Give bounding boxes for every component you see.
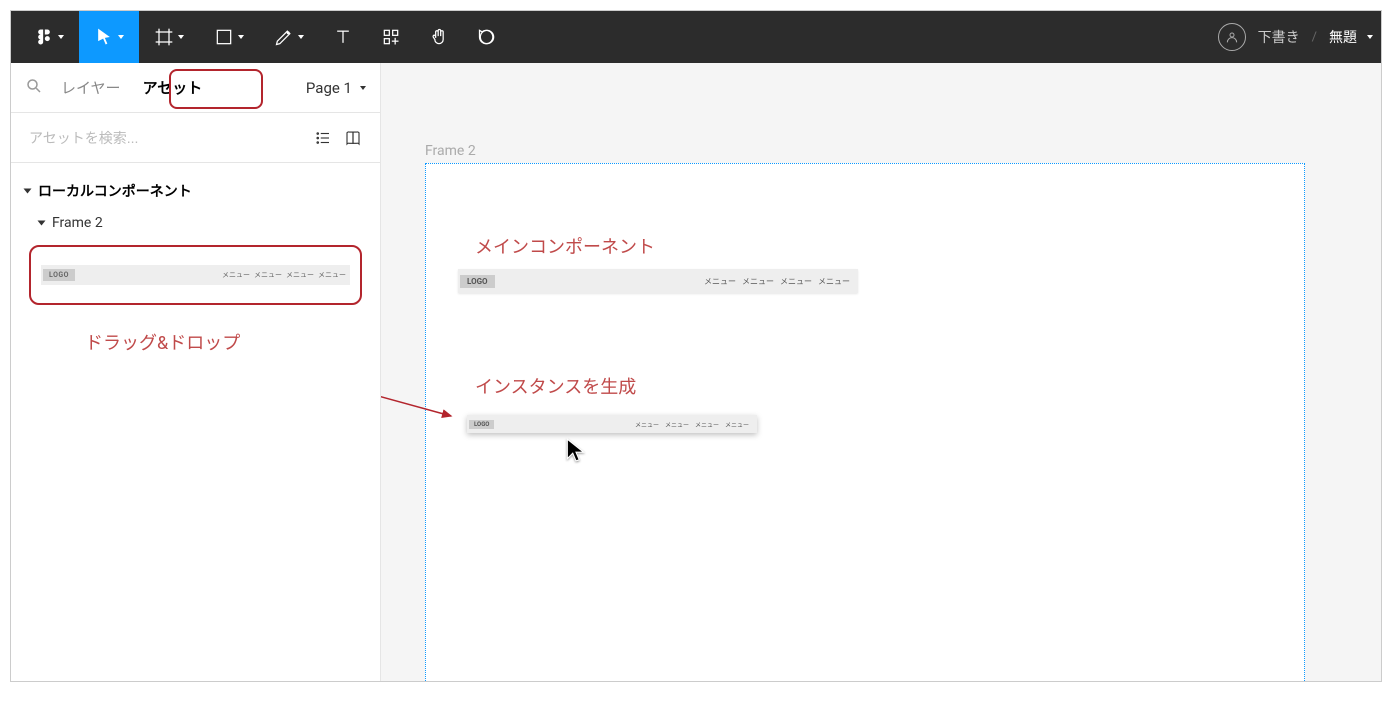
main-component-instance[interactable]: LOGO メニュー メニュー メニュー メニュー	[458, 269, 858, 293]
component-menus: メニュー メニュー メニュー メニュー	[704, 276, 850, 287]
component-logo: LOGO	[460, 275, 495, 288]
canvas-frame-label[interactable]: Frame 2	[425, 143, 476, 159]
figma-menu-button[interactable]	[19, 11, 79, 63]
chevron-down-icon	[298, 35, 304, 39]
search-icon[interactable]	[25, 77, 43, 99]
file-title-button[interactable]: 無題	[1329, 27, 1373, 47]
resources-tool-button[interactable]	[367, 11, 415, 63]
pen-icon	[274, 27, 294, 47]
file-title-text: 無題	[1329, 27, 1357, 47]
annotation-main-component: メインコンポーネント	[475, 233, 655, 259]
chevron-down-icon	[58, 35, 64, 39]
disclosure-triangle-icon	[24, 189, 32, 194]
page-selector[interactable]: Page 1	[306, 79, 366, 97]
dragged-instance-preview[interactable]: LOGO メニュー メニュー メニュー メニュー	[467, 415, 757, 433]
thumb-logo: LOGO	[43, 269, 75, 281]
user-icon	[1224, 29, 1240, 45]
assets-frame-group[interactable]: Frame 2	[39, 215, 366, 231]
cursor-arrow-icon	[94, 27, 114, 47]
page-selector-label: Page 1	[306, 79, 352, 97]
canvas[interactable]: Frame 2 メインコンポーネント LOGO メニュー メニュー メニュー メ…	[381, 63, 1381, 681]
hand-tool-button[interactable]	[415, 11, 463, 63]
disclosure-triangle-icon	[38, 221, 46, 226]
chevron-down-icon	[360, 86, 366, 90]
breadcrumb-separator: /	[1312, 30, 1317, 45]
comment-tool-button[interactable]	[463, 11, 511, 63]
shape-tool-button[interactable]	[199, 11, 259, 63]
section-title-text: ローカルコンポーネント	[38, 181, 192, 201]
text-icon	[333, 27, 353, 47]
comment-icon	[477, 27, 497, 47]
tab-layers[interactable]: レイヤー	[57, 71, 125, 104]
chevron-down-icon	[118, 35, 124, 39]
chevron-down-icon	[238, 35, 244, 39]
asset-search-input[interactable]	[29, 130, 302, 146]
draft-label[interactable]: 下書き	[1258, 27, 1300, 47]
instance-logo: LOGO	[469, 420, 494, 429]
user-avatar[interactable]	[1218, 23, 1246, 51]
pen-tool-button[interactable]	[259, 11, 319, 63]
component-asset-thumbnail[interactable]: LOGO メニュー メニュー メニュー メニュー	[41, 265, 350, 285]
annotation-instance-label: インスタンスを生成	[475, 373, 636, 399]
text-tool-button[interactable]	[319, 11, 367, 63]
hand-icon	[429, 27, 449, 47]
frame-name-text: Frame 2	[52, 215, 103, 231]
annotation-dragdrop-label: ドラッグ&ドロップ	[85, 329, 366, 355]
list-icon	[314, 129, 332, 147]
book-icon	[344, 129, 362, 147]
chevron-down-icon	[1367, 35, 1373, 39]
chevron-down-icon	[178, 35, 184, 39]
thumb-menus: メニュー メニュー メニュー メニュー	[222, 270, 346, 280]
library-button[interactable]	[344, 129, 362, 147]
list-view-button[interactable]	[314, 129, 332, 147]
mouse-cursor-icon	[563, 437, 587, 461]
local-components-section[interactable]: ローカルコンポーネント	[25, 181, 366, 201]
annotation-highlight-component-thumb: LOGO メニュー メニュー メニュー メニュー	[29, 245, 362, 305]
frame-icon	[154, 27, 174, 47]
instance-menus: メニュー メニュー メニュー メニュー	[635, 420, 749, 429]
figma-logo-icon	[34, 27, 54, 47]
sidebar-tabs: レイヤー アセット Page 1	[11, 63, 380, 113]
left-sidebar: レイヤー アセット Page 1	[11, 63, 381, 681]
frame-tool-button[interactable]	[139, 11, 199, 63]
resources-icon	[381, 27, 401, 47]
rectangle-icon	[214, 27, 234, 47]
move-tool-button[interactable]	[79, 11, 139, 63]
tab-assets[interactable]: アセット	[139, 71, 207, 104]
top-toolbar: 下書き / 無題	[11, 11, 1381, 63]
